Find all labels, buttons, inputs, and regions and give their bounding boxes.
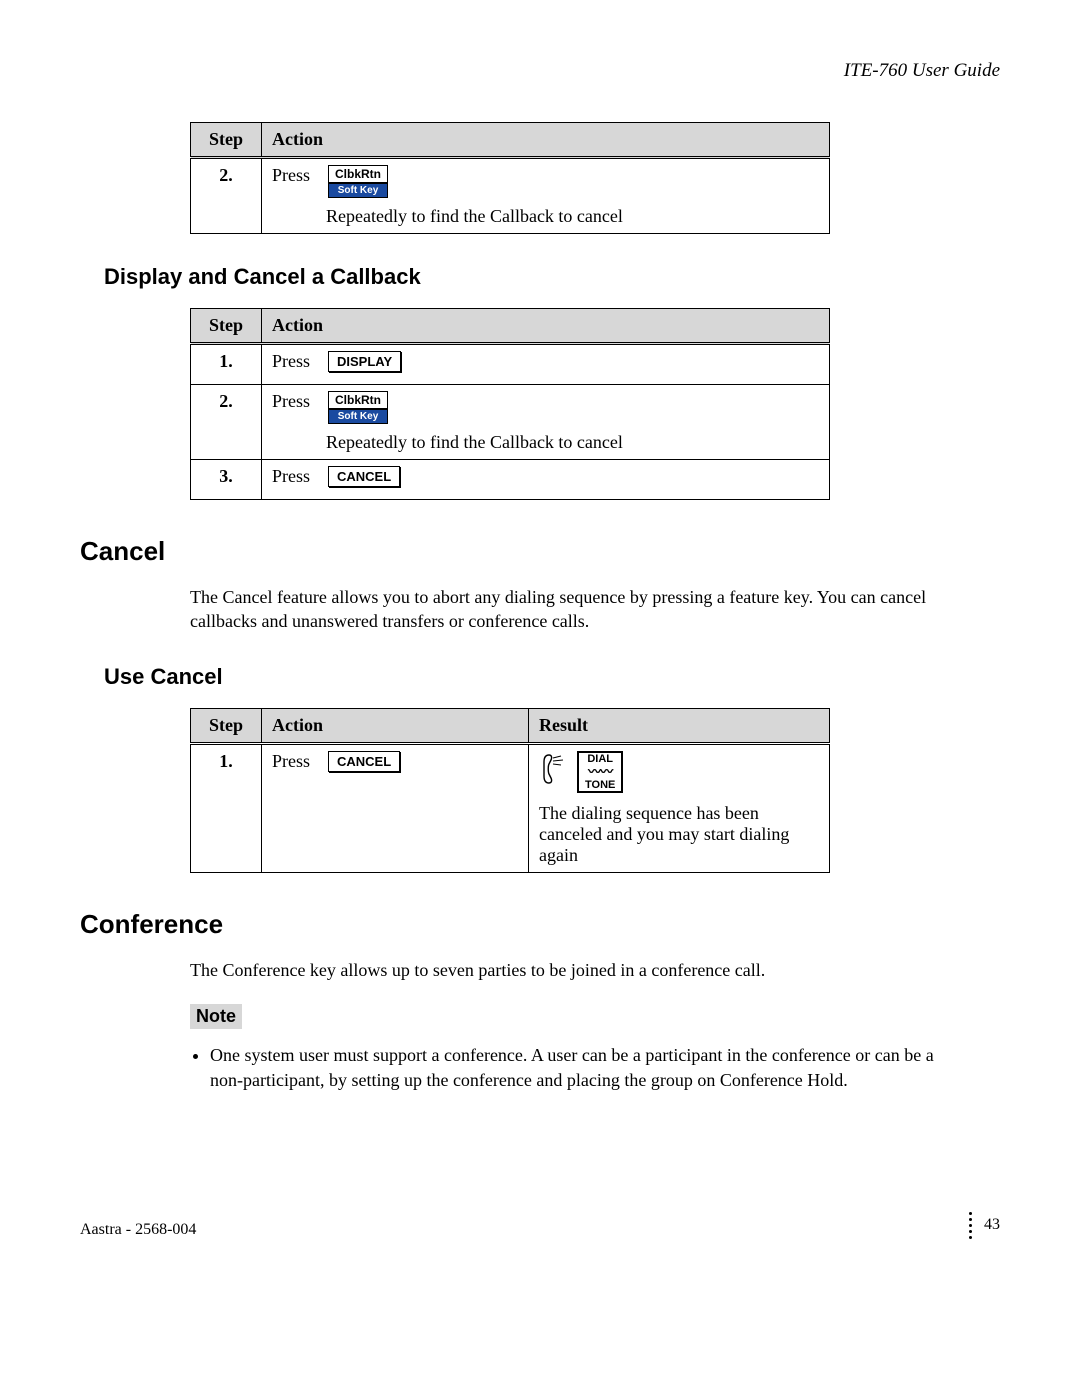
step-num: 2. bbox=[191, 385, 262, 460]
wave-icon: 〰〰 bbox=[585, 765, 615, 779]
table-row: 1. Press CANCEL DIAL bbox=[191, 743, 830, 872]
conference-intro: The Conference key allows up to seven pa… bbox=[190, 958, 970, 982]
col-step: Step bbox=[191, 309, 262, 344]
press-label: Press bbox=[272, 466, 316, 487]
heading-conference: Conference bbox=[80, 909, 1000, 940]
col-action: Action bbox=[262, 123, 830, 158]
dots-icon bbox=[969, 1212, 972, 1239]
table-row: 1. Press DISPLAY bbox=[191, 344, 830, 385]
page-footer: Aastra - 2568-004 43 bbox=[80, 1212, 1000, 1239]
page-number: 43 bbox=[984, 1216, 1000, 1234]
dial-tone-icon: DIAL 〰〰 TONE bbox=[577, 751, 623, 793]
step-num: 1. bbox=[191, 344, 262, 385]
list-item: One system user must support a conferenc… bbox=[210, 1043, 970, 1092]
col-action: Action bbox=[262, 309, 830, 344]
table-row: 2. Press ClbkRtn Soft Key Repeatedly to … bbox=[191, 385, 830, 460]
key-button: CANCEL bbox=[328, 751, 400, 772]
heading-cancel: Cancel bbox=[80, 536, 1000, 567]
result-text: The dialing sequence has been canceled a… bbox=[539, 803, 819, 866]
step-num: 2. bbox=[191, 158, 262, 234]
softkey-sub: Soft Key bbox=[328, 183, 388, 198]
step-table-use-cancel: Step Action Result 1. Press CANCEL bbox=[190, 708, 830, 873]
press-label: Press bbox=[272, 165, 316, 186]
tone-label: TONE bbox=[585, 779, 615, 791]
step-num: 3. bbox=[191, 460, 262, 500]
col-step: Step bbox=[191, 708, 262, 743]
press-label: Press bbox=[272, 751, 316, 772]
col-result: Result bbox=[529, 708, 830, 743]
col-action: Action bbox=[262, 708, 529, 743]
step-table-display: Step Action 1. Press DISPLAY 2. Press Cl… bbox=[190, 308, 830, 500]
softkey-label: ClbkRtn bbox=[328, 165, 388, 183]
action-desc: Repeatedly to find the Callback to cance… bbox=[326, 432, 819, 453]
step-table-1: Step Action 2. Press ClbkRtn Soft Key Re… bbox=[190, 122, 830, 234]
table-row: 3. Press CANCEL bbox=[191, 460, 830, 500]
doc-header: ITE-760 User Guide bbox=[80, 60, 1000, 82]
footer-left: Aastra - 2568-004 bbox=[80, 1221, 196, 1239]
key-button: CANCEL bbox=[328, 466, 400, 487]
note-label: Note bbox=[190, 1004, 242, 1029]
dial-label: DIAL bbox=[585, 753, 615, 765]
softkey-label: ClbkRtn bbox=[328, 391, 388, 409]
key-button: DISPLAY bbox=[328, 351, 401, 372]
softkey-button: ClbkRtn Soft Key bbox=[328, 391, 388, 424]
handset-icon bbox=[539, 752, 567, 792]
press-label: Press bbox=[272, 351, 316, 372]
heading-display-cancel: Display and Cancel a Callback bbox=[104, 264, 1000, 290]
softkey-button: ClbkRtn Soft Key bbox=[328, 165, 388, 198]
note-list: One system user must support a conferenc… bbox=[210, 1043, 970, 1092]
action-desc: Repeatedly to find the Callback to cance… bbox=[326, 206, 819, 227]
heading-use-cancel: Use Cancel bbox=[104, 664, 1000, 690]
press-label: Press bbox=[272, 391, 316, 412]
step-num: 1. bbox=[191, 743, 262, 872]
result-indicator: DIAL 〰〰 TONE bbox=[539, 751, 819, 793]
cancel-intro: The Cancel feature allows you to abort a… bbox=[190, 585, 970, 634]
table-row: 2. Press ClbkRtn Soft Key Repeatedly to … bbox=[191, 158, 830, 234]
softkey-sub: Soft Key bbox=[328, 409, 388, 424]
col-step: Step bbox=[191, 123, 262, 158]
